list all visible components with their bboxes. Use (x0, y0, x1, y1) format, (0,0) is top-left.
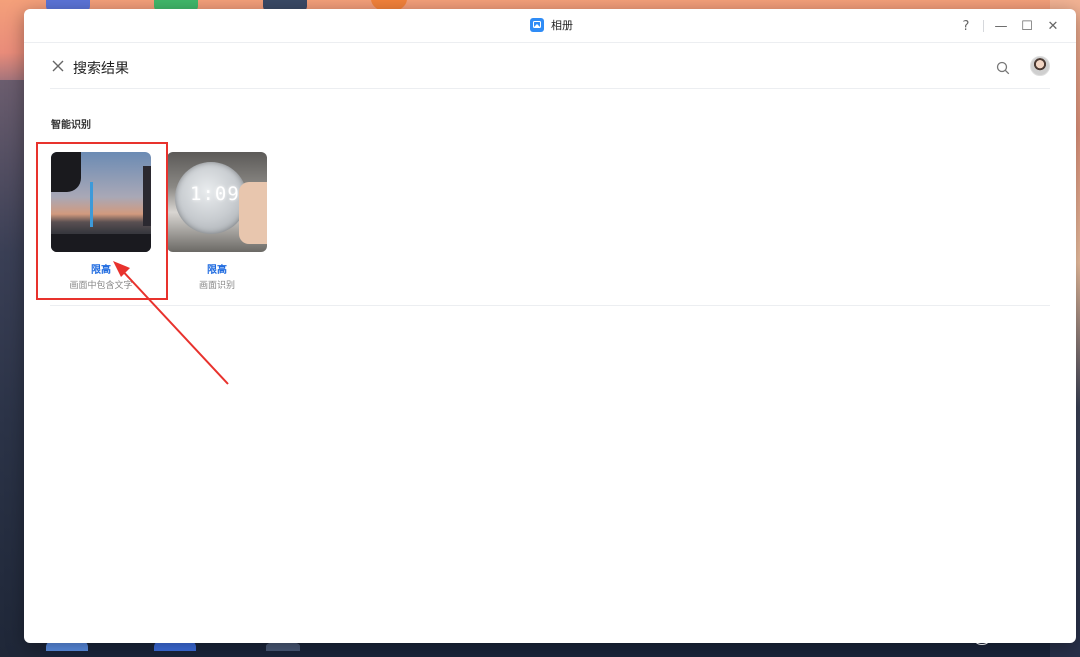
thumbnail-detail (239, 182, 267, 244)
photos-window: 相册 ? — ☐ ✕ 搜索结果 智能识别 限高 画面中包含文字 1:09 限高 … (24, 9, 1076, 643)
result-card[interactable]: 限高 画面中包含文字 (51, 152, 151, 291)
search-button[interactable] (996, 60, 1010, 75)
result-card[interactable]: 1:09 限高 画面识别 (167, 152, 267, 291)
thumbnail-detail (143, 166, 151, 226)
watermark: 值 什么值得买 (972, 625, 1066, 645)
maximize-button[interactable]: ☐ (1014, 15, 1040, 37)
result-thumbnail[interactable]: 1:09 (167, 152, 267, 252)
minimize-button[interactable]: — (988, 15, 1014, 37)
photos-app-icon (530, 18, 544, 32)
watermark-logo: 值 (972, 625, 992, 645)
close-window-button[interactable]: ✕ (1040, 15, 1066, 37)
user-avatar[interactable] (1030, 56, 1050, 76)
watermark-text: 什么值得买 (996, 628, 1066, 644)
close-icon (52, 60, 64, 72)
page-title: 搜索结果 (73, 61, 129, 77)
thumbnail-detail (51, 234, 151, 252)
search-results-header: 搜索结果 (50, 43, 1050, 89)
thumbnail-detail (51, 152, 81, 192)
result-title: 限高 (91, 265, 111, 276)
result-subtitle: 画面中包含文字 (69, 281, 133, 291)
help-button[interactable]: ? (953, 15, 979, 37)
section-heading: 智能识别 (51, 120, 91, 131)
search-icon (996, 61, 1010, 75)
result-title: 限高 (207, 265, 227, 276)
result-subtitle: 画面识别 (198, 281, 235, 291)
thumbnail-time: 1:09 (190, 183, 240, 205)
section-divider (50, 305, 1050, 306)
result-thumbnail[interactable] (51, 152, 151, 252)
title-bar: 相册 ? — ☐ ✕ (24, 9, 1076, 43)
window-title: 相册 (551, 19, 573, 32)
divider (983, 20, 984, 32)
close-search-button[interactable] (52, 60, 64, 72)
thumbnail-detail (90, 182, 93, 227)
